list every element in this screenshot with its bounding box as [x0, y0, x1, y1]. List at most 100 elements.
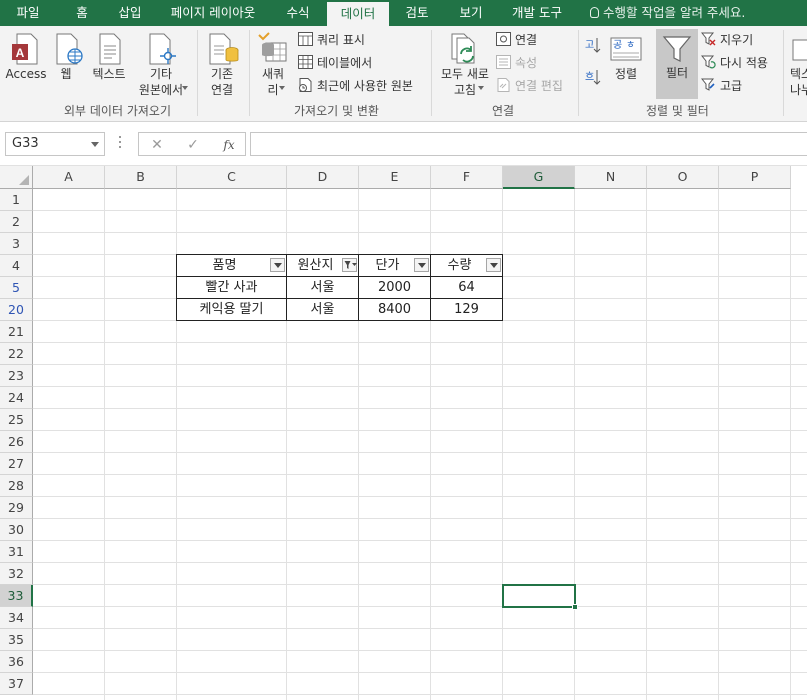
existing-connections-button[interactable]: 기존 연결	[204, 66, 240, 98]
text-to-columns-button[interactable]: 텍스 나누	[790, 66, 807, 98]
lightbulb-icon	[590, 7, 599, 18]
other-sources-button[interactable]: 기타 원본에서	[134, 66, 188, 98]
svg-text:흐: 흐	[585, 71, 594, 83]
row-header-28[interactable]: 28	[0, 475, 33, 497]
table-cell[interactable]: 64	[430, 276, 503, 299]
column-header-e[interactable]: E	[359, 166, 431, 189]
refresh-all-button[interactable]: 모두 새로 고침	[436, 66, 494, 98]
selected-cell-g33[interactable]	[502, 584, 578, 610]
row-header-29[interactable]: 29	[0, 497, 33, 519]
table-cell[interactable]: 빨간 사과	[176, 276, 287, 299]
column-header-a[interactable]: A	[33, 166, 105, 189]
filter-dropdown-icon[interactable]	[414, 258, 429, 272]
access-button[interactable]: Access	[4, 66, 48, 82]
show-queries-icon	[298, 32, 313, 46]
tab-review[interactable]: 검토	[394, 0, 440, 26]
tell-me-box[interactable]: 수행할 작업을 알려 주세요.	[590, 0, 745, 26]
row-header-3[interactable]: 3	[0, 233, 33, 255]
access-icon: A	[12, 33, 38, 65]
filter-dropdown-icon[interactable]	[270, 258, 285, 272]
filter-button[interactable]: 필터	[656, 29, 698, 99]
edit-links-button[interactable]: 연결 편집	[515, 78, 563, 94]
tab-formulas[interactable]: 수식	[276, 0, 320, 26]
properties-button[interactable]: 속성	[515, 55, 537, 71]
row-header-36[interactable]: 36	[0, 651, 33, 673]
column-header-c[interactable]: C	[177, 166, 287, 189]
tab-insert[interactable]: 삽입	[108, 0, 152, 26]
row-header-5[interactable]: 5	[0, 277, 33, 299]
connections-button[interactable]: 연결	[515, 32, 537, 48]
row-header-37[interactable]: 37	[0, 673, 33, 695]
tab-developer[interactable]: 개발 도구	[502, 0, 572, 26]
funnel-icon	[344, 261, 357, 269]
row-header-35[interactable]: 35	[0, 629, 33, 651]
tab-page-layout[interactable]: 페이지 레이아웃	[162, 0, 264, 26]
ribbon-separator	[197, 30, 198, 116]
tab-data[interactable]: 데이터	[327, 2, 389, 26]
new-query-button[interactable]: 새쿼 리	[256, 66, 290, 98]
row-header-30[interactable]: 30	[0, 519, 33, 541]
text-button[interactable]: 텍스트	[88, 66, 130, 82]
filter-applied-dropdown-icon[interactable]	[342, 258, 357, 272]
ribbon-separator	[431, 30, 432, 116]
table-cell[interactable]: 2000	[358, 276, 431, 299]
ribbon-tab-bar: 파일 홈 삽입 페이지 레이아웃 수식 데이터 검토 보기 개발 도구 수행할 …	[0, 0, 807, 26]
table-header-label: 품명	[212, 258, 237, 273]
row-header-34[interactable]: 34	[0, 607, 33, 629]
tab-file[interactable]: 파일	[6, 0, 50, 26]
clear-button[interactable]: 지우기	[720, 32, 753, 48]
row-header-22[interactable]: 22	[0, 343, 33, 365]
select-all-button[interactable]	[0, 166, 33, 189]
tab-view[interactable]: 보기	[448, 0, 494, 26]
show-queries-button[interactable]: 쿼리 표시	[317, 32, 365, 48]
table-cell[interactable]: 8400	[358, 298, 431, 321]
insert-function-icon[interactable]: fx	[219, 135, 239, 155]
web-button[interactable]: 웹	[54, 66, 78, 82]
advanced-button[interactable]: 고급	[720, 78, 742, 94]
name-box-dropdown-icon[interactable]	[91, 142, 99, 147]
fill-handle[interactable]	[572, 604, 578, 610]
row-header-25[interactable]: 25	[0, 409, 33, 431]
name-box[interactable]: G33	[5, 132, 105, 156]
column-header-n[interactable]: N	[575, 166, 647, 189]
column-header-f[interactable]: F	[431, 166, 503, 189]
ribbon-separator	[578, 30, 579, 116]
chevron-down-icon	[478, 86, 484, 90]
row-header-32[interactable]: 32	[0, 563, 33, 585]
row-header-31[interactable]: 31	[0, 541, 33, 563]
row-header-27[interactable]: 27	[0, 453, 33, 475]
row-header-24[interactable]: 24	[0, 387, 33, 409]
table-cell[interactable]: 서울	[286, 298, 359, 321]
column-header-g[interactable]: G	[503, 166, 575, 189]
recent-sources-icon	[299, 78, 312, 92]
table-cell[interactable]: 129	[430, 298, 503, 321]
table-cell[interactable]: 서울	[286, 276, 359, 299]
row-header-21[interactable]: 21	[0, 321, 33, 343]
row-header-1[interactable]: 1	[0, 189, 33, 211]
row-header-23[interactable]: 23	[0, 365, 33, 387]
row-header-20[interactable]: 20	[0, 299, 33, 321]
table-cell[interactable]: 케익용 딸기	[176, 298, 287, 321]
formula-bar-grip-icon[interactable]	[119, 136, 122, 150]
reapply-button[interactable]: 다시 적용	[720, 55, 768, 71]
cancel-icon[interactable]: ✕	[147, 135, 167, 155]
other-sources-icon	[149, 33, 176, 65]
column-header-p[interactable]: P	[719, 166, 791, 189]
sort-ascending-descending-icon: 고 흐	[585, 38, 601, 85]
row-header-2[interactable]: 2	[0, 211, 33, 233]
recent-sources-button[interactable]: 최근에 사용한 원본	[317, 78, 413, 94]
tab-home[interactable]: 홈	[62, 0, 102, 26]
row-header-33[interactable]: 33	[0, 585, 33, 607]
formula-input[interactable]	[250, 132, 807, 156]
row-header-26[interactable]: 26	[0, 431, 33, 453]
column-header-b[interactable]: B	[105, 166, 177, 189]
sort-button[interactable]: 정렬	[606, 66, 646, 82]
enter-icon[interactable]: ✓	[183, 135, 203, 155]
column-header-d[interactable]: D	[287, 166, 359, 189]
filter-dropdown-icon[interactable]	[486, 258, 501, 272]
sort-icon: 공 ㅎ	[610, 37, 642, 61]
from-table-button[interactable]: 테이블에서	[317, 55, 372, 71]
web-icon	[56, 33, 83, 65]
row-header-4[interactable]: 4	[0, 255, 33, 277]
column-header-o[interactable]: O	[647, 166, 719, 189]
